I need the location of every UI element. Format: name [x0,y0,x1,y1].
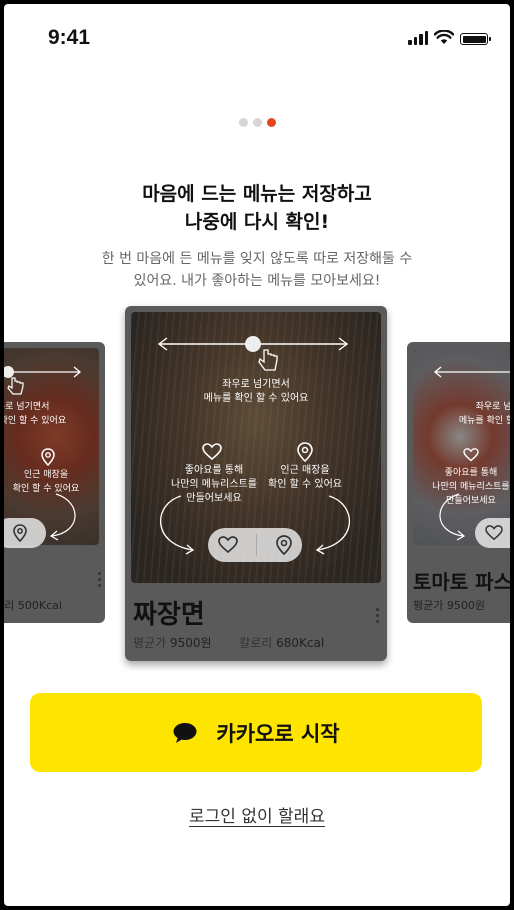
title-line-1: 마음에 드는 메뉴는 저장하고 [142,183,372,205]
curved-arrow-right-icon [315,495,351,555]
page-dot-1[interactable] [238,118,248,127]
swipe-arrow-icon [157,336,349,352]
curved-arrow-icon [439,493,466,541]
heart-icon[interactable] [485,525,503,541]
battery-icon [460,33,491,45]
pill-divider [255,534,257,556]
kakao-start-label: 카카오로 시작 [216,721,340,746]
swipe-hint-right: 좌우로 넘기면서 메뉴를 확인 할 수 있어요 [458,402,510,426]
card-actions-right [475,518,510,548]
menu-card-center[interactable]: 좌우로 넘기면서 메뉴를 확인 할 수 있어요 좋아요를 통해 나만의 메뉴리스… [125,306,387,661]
kakao-talk-icon [173,722,197,743]
calorie-label: 칼로리 [239,636,273,650]
heart-icon [463,448,479,462]
heart-icon[interactable] [217,536,238,554]
subtitle-line-2: 있어요. 내가 좋아하는 메뉴를 모아보세요! [133,273,381,289]
more-vertical-icon[interactable] [98,572,101,587]
page-dot-2[interactable] [252,118,262,127]
location-pin-icon [297,442,313,462]
wifi-icon [434,30,454,44]
curved-arrow-icon [49,493,76,541]
curved-arrow-left-icon [159,495,195,555]
hand-pointer-icon [7,377,24,395]
hand-pointer-icon [258,349,278,371]
card-actions [208,528,302,562]
menu-name-right: 토마토 파스타 [413,570,510,594]
map-hint: 인근 매장을 확인 할 수 있어요 [268,465,342,490]
menu-card-left[interactable]: 좌우로 넘기면서 메뉴를 확인 할 수 있어요 인근 매장을 확인 할 수 있어… [4,342,105,623]
location-pin-icon[interactable] [12,524,28,542]
more-vertical-icon[interactable] [376,608,379,623]
location-pin-icon [41,448,55,466]
menu-name: 짜장면 [133,600,205,630]
card-actions-left [4,518,46,548]
status-time: 9:41 [48,26,91,49]
heart-icon [202,443,222,461]
page-dot-3-active[interactable] [266,118,276,127]
status-bar: 9:41 [4,4,510,68]
title-line-2: 나중에 다시 확인! [184,211,330,233]
card-calorie-left: 칼로리 500Kcal [4,599,62,612]
signal-icon [408,31,428,45]
calorie-value: 680Kcal [276,636,325,650]
page-indicator [4,118,510,127]
status-icons [408,30,491,45]
onboarding-subtitle: 한 번 마음에 든 메뉴를 잊지 않도록 따로 저장해둘 수 있어요. 내가 좋… [74,248,440,292]
location-pin-icon[interactable] [275,535,293,555]
kakao-start-button[interactable]: 카카오로 시작 [30,693,482,772]
price-value: 9500원 [169,636,212,650]
onboarding-title: 마음에 드는 메뉴는 저장하고 나중에 다시 확인! [4,180,510,236]
swipe-hint: 좌우로 넘기면서 메뉴를 확인 할 수 있어요 [203,379,309,404]
swipe-hint-left: 좌우로 넘기면서 메뉴를 확인 할 수 있어요 [4,402,67,426]
menu-meta: 평균가 9500원 칼로리 680Kcal [133,634,324,651]
price-label: 평균가 [133,636,167,650]
menu-card-right[interactable]: 좌우로 넘기면서 메뉴를 확인 할 수 있어요 좋아요를 통해 나만의 메뉴리스… [407,342,510,623]
guest-login-link[interactable]: 로그인 없이 할래요 [4,802,510,827]
swipe-arrow-icon [433,366,510,378]
card-price-right: 평균가 9500원 [413,599,485,612]
phone-screen: 9:41 마음에 드는 메뉴는 저장하고 나중에 다시 확인! 한 번 마음에 … [4,4,510,906]
subtitle-line-1: 한 번 마음에 든 메뉴를 잊지 않도록 따로 저장해둘 수 [101,251,413,267]
